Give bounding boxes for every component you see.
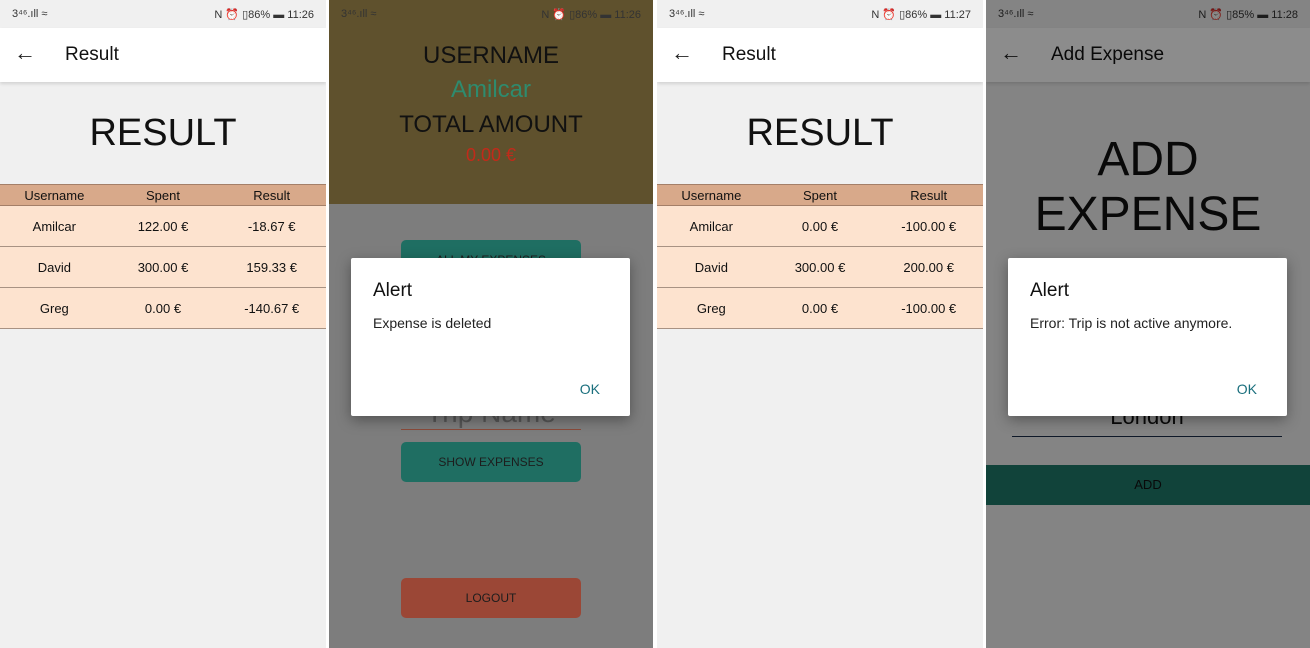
dialog-title: Alert [373, 280, 413, 301]
cell-spent: 0.00 € [801, 218, 839, 234]
table-row: David 300.00 € 200.00 € [657, 247, 983, 288]
status-bar: 3⁴⁶.ıll ≈ N ⏰ ▯86% ▬ 11:27 [657, 0, 983, 28]
show-expenses-button[interactable]: SHOW EXPENSES [401, 442, 581, 482]
app-bar-title: Result [722, 44, 776, 65]
cell-spent: 300.00 € [794, 259, 846, 275]
username-value: Amilcar [450, 76, 531, 103]
table-row: Greg 0.00 € -140.67 € [0, 288, 326, 329]
cell-username: David [37, 259, 71, 275]
column-header-spent: Spent [146, 187, 180, 203]
page-title: RESULT [89, 112, 237, 154]
dialog-ok-button[interactable]: OK [580, 381, 600, 397]
cell-username: Amilcar [689, 218, 733, 234]
cell-result: -18.67 € [247, 218, 296, 234]
status-icons-time: N ⏰ ▯86% ▬ 11:26 [541, 9, 641, 21]
user-info-panel: 3⁴⁶.ıll ≈ N ⏰ ▯86% ▬ 11:26 USERNAME Amil… [329, 0, 653, 204]
app-bar-title: Result [65, 44, 119, 65]
total-amount-label: TOTAL AMOUNT [399, 111, 583, 138]
back-arrow-icon[interactable]: ← [14, 41, 36, 65]
column-header-result: Result [910, 187, 948, 203]
screens-container: 3⁴⁶.ıll ≈ N ⏰ ▯86% ▬ 11:26 ← Result RESU… [0, 0, 1310, 648]
status-bar: 3⁴⁶.ıll ≈ N ⏰ ▯86% ▬ 11:26 [0, 0, 326, 28]
cell-spent: 300.00 € [137, 259, 189, 275]
table-header: Username Spent Result [0, 184, 326, 206]
status-icons-time: N ⏰ ▯86% ▬ 11:26 [214, 9, 314, 21]
column-header-result: Result [253, 187, 291, 203]
dialog-ok-button[interactable]: OK [1237, 381, 1257, 397]
column-header-username: Username [681, 187, 742, 203]
column-header-spent: Spent [803, 187, 837, 203]
result-table: Username Spent Result Amilcar 122.00 € -… [0, 184, 326, 329]
cell-result: 200.00 € [903, 259, 954, 275]
result-screen-1: 3⁴⁶.ıll ≈ N ⏰ ▯86% ▬ 11:26 ← Result RESU… [0, 0, 326, 648]
result-table: Username Spent Result Amilcar 0.00 € -10… [657, 184, 983, 329]
cell-username: Amilcar [32, 218, 76, 234]
cell-result: -100.00 € [901, 300, 957, 316]
cell-spent: 0.00 € [144, 300, 182, 316]
dialog-title: Alert [1030, 280, 1070, 301]
status-bar: 3⁴⁶.ıll ≈ N ⏰ ▯86% ▬ 11:26 [329, 0, 653, 28]
table-header: Username Spent Result [657, 184, 983, 206]
signal-indicator: 3⁴⁶.ıll ≈ [669, 8, 705, 20]
total-amount-value: 0.00 € [465, 145, 517, 165]
dialog-message: Expense is deleted [373, 315, 492, 331]
cell-result: -140.67 € [244, 300, 300, 316]
page-title: RESULT [746, 112, 894, 154]
result-screen-2: 3⁴⁶.ıll ≈ N ⏰ ▯86% ▬ 11:27 ← Result RESU… [657, 0, 983, 648]
column-header-username: Username [24, 187, 85, 203]
app-bar: ← Result [657, 28, 983, 82]
back-arrow-icon[interactable]: ← [671, 41, 693, 65]
cell-spent: 122.00 € [137, 218, 189, 234]
cell-result: -100.00 € [901, 218, 957, 234]
cell-username: Greg [696, 300, 726, 316]
dialog-message: Error: Trip is not active anymore. [1030, 315, 1233, 331]
app-bar: ← Result [0, 28, 326, 82]
cell-username: Greg [39, 300, 69, 316]
table-row: David 300.00 € 159.33 € [0, 247, 326, 288]
table-row: Amilcar 0.00 € -100.00 € [657, 206, 983, 247]
table-row: Greg 0.00 € -100.00 € [657, 288, 983, 329]
cell-spent: 0.00 € [801, 300, 839, 316]
alert-dialog: Alert Error: Trip is not active anymore.… [1008, 258, 1287, 416]
cell-result: 159.33 € [246, 259, 297, 275]
username-label: USERNAME [422, 42, 560, 69]
add-expense-screen: 3⁴⁶.ıll ≈ N ⏰ ▯85% ▬ 11:28 ← Add Expense… [986, 0, 1310, 648]
cell-username: David [694, 259, 728, 275]
signal-indicator: 3⁴⁶.ıll ≈ [12, 8, 48, 20]
signal-indicator: 3⁴⁶.ıll ≈ [341, 8, 377, 20]
user-home-screen: 3⁴⁶.ıll ≈ N ⏰ ▯86% ▬ 11:26 USERNAME Amil… [329, 0, 653, 648]
status-icons-time: N ⏰ ▯86% ▬ 11:27 [871, 9, 971, 21]
logout-button[interactable]: LOGOUT [401, 578, 581, 618]
table-row: Amilcar 122.00 € -18.67 € [0, 206, 326, 247]
alert-dialog: Alert Expense is deleted OK [351, 258, 630, 416]
